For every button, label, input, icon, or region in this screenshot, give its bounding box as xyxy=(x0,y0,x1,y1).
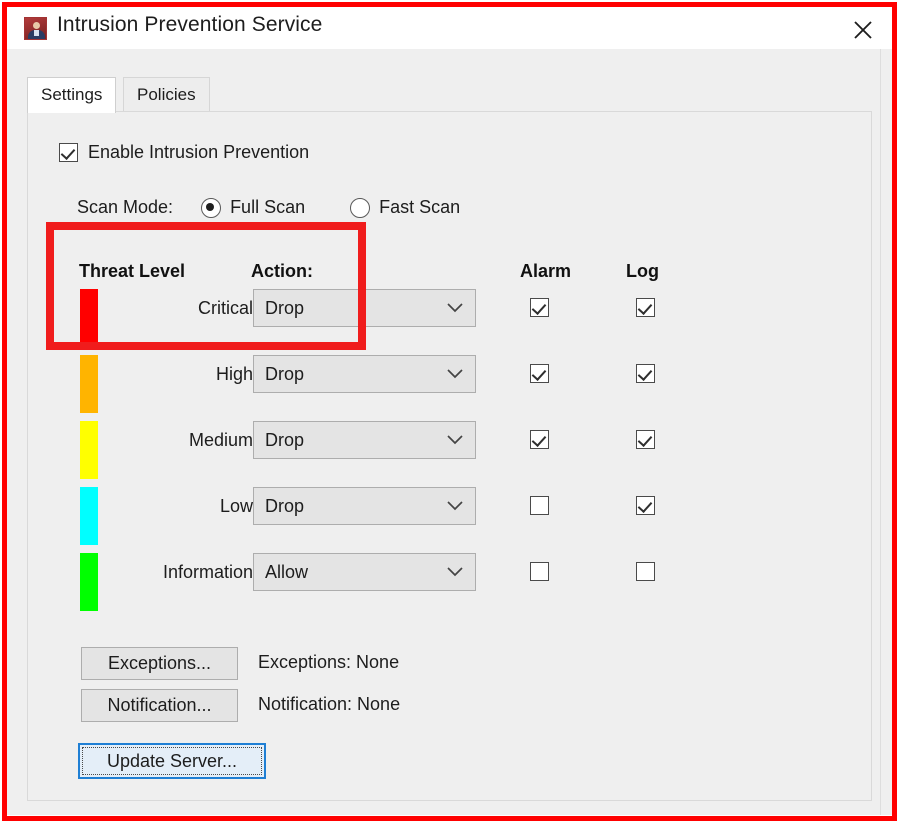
threat-level-label: Medium xyxy=(188,430,253,450)
close-button[interactable] xyxy=(840,7,886,49)
action-dropdown-value: Drop xyxy=(265,298,305,318)
threat-color-swatch xyxy=(80,355,98,413)
chevron-down-icon xyxy=(447,435,463,445)
table-row: Critical Drop xyxy=(28,289,871,355)
enable-intrusion-prevention-label: Enable Intrusion Prevention xyxy=(88,142,310,162)
action-dropdown-value: Drop xyxy=(265,496,305,516)
update-server-button-label: Update Server... xyxy=(82,747,262,775)
threat-color-swatch xyxy=(80,421,98,479)
settings-tab-panel: Enable Intrusion Prevention Scan Mode: F… xyxy=(27,111,872,801)
alarm-checkbox[interactable] xyxy=(530,562,549,581)
alarm-checkbox[interactable] xyxy=(530,298,549,317)
tab-policies-label: Policies xyxy=(137,85,196,104)
notification-button-label: Notification... xyxy=(107,695,212,715)
table-row: High Drop xyxy=(28,355,871,421)
alarm-checkbox[interactable] xyxy=(530,364,549,383)
chevron-down-icon xyxy=(447,303,463,313)
close-icon xyxy=(854,21,872,39)
log-checkbox[interactable] xyxy=(636,562,655,581)
notification-button[interactable]: Notification... xyxy=(81,689,238,722)
column-header-log: Log xyxy=(626,261,659,281)
chevron-down-icon xyxy=(447,567,463,577)
column-header-action: Action: xyxy=(251,261,313,281)
action-dropdown[interactable]: Drop xyxy=(253,421,476,459)
action-dropdown[interactable]: Drop xyxy=(253,355,476,393)
ips-shield-person-icon xyxy=(24,17,47,40)
radio-fast-scan-label: Fast Scan xyxy=(379,197,461,217)
log-checkbox[interactable] xyxy=(636,496,655,515)
radio-full-scan[interactable] xyxy=(201,197,222,218)
exceptions-button[interactable]: Exceptions... xyxy=(81,647,238,680)
scan-mode-row: Scan Mode: Full Scan Fast Scan xyxy=(77,197,505,218)
scan-mode-option-full-scan[interactable]: Full Scan xyxy=(201,197,305,218)
threat-level-label: Critical xyxy=(197,298,253,318)
chevron-down-icon xyxy=(447,369,463,379)
action-dropdown[interactable]: Drop xyxy=(253,487,476,525)
radio-fast-scan[interactable] xyxy=(350,197,371,218)
title-bar: Intrusion Prevention Service xyxy=(7,7,892,49)
alarm-checkbox[interactable] xyxy=(530,430,549,449)
table-row: Medium Drop xyxy=(28,421,871,487)
update-server-button[interactable]: Update Server... xyxy=(78,743,266,779)
enable-intrusion-prevention-row[interactable]: Enable Intrusion Prevention xyxy=(59,142,309,163)
log-checkbox[interactable] xyxy=(636,430,655,449)
window-title: Intrusion Prevention Service xyxy=(57,13,323,36)
exceptions-button-label: Exceptions... xyxy=(107,653,212,673)
log-checkbox[interactable] xyxy=(636,364,655,383)
table-row: Information Allow xyxy=(28,553,871,619)
exceptions-status-text: Exceptions: None xyxy=(258,652,400,672)
intrusion-prevention-service-window: Intrusion Prevention Service Settings Po… xyxy=(0,0,899,823)
scan-mode-label: Scan Mode: xyxy=(77,197,174,217)
radio-full-scan-label: Full Scan xyxy=(230,197,306,217)
threat-level-label: High xyxy=(215,364,253,384)
column-header-alarm: Alarm xyxy=(520,261,572,281)
panel-divider xyxy=(880,49,881,815)
alarm-checkbox[interactable] xyxy=(530,496,549,515)
scan-mode-option-fast-scan[interactable]: Fast Scan xyxy=(350,197,460,218)
enable-intrusion-prevention-checkbox[interactable] xyxy=(59,143,78,162)
action-dropdown[interactable]: Allow xyxy=(253,553,476,591)
action-dropdown-value: Drop xyxy=(265,364,305,384)
threat-color-swatch xyxy=(80,487,98,545)
notification-status-text: Notification: None xyxy=(258,694,401,714)
log-checkbox[interactable] xyxy=(636,298,655,317)
tab-settings[interactable]: Settings xyxy=(27,77,117,113)
threat-color-swatch xyxy=(80,289,98,347)
window-body: Settings Policies Enable Intrusion Preve… xyxy=(7,49,892,815)
threat-level-label: Low xyxy=(219,496,253,516)
table-row: Low Drop xyxy=(28,487,871,553)
tab-settings-label: Settings xyxy=(41,85,103,104)
threat-color-swatch xyxy=(80,553,98,611)
action-dropdown-value: Allow xyxy=(265,562,309,582)
action-dropdown[interactable]: Drop xyxy=(253,289,476,327)
tab-policies[interactable]: Policies xyxy=(123,77,210,111)
action-dropdown-value: Drop xyxy=(265,430,305,450)
column-header-threat-level: Threat Level xyxy=(79,261,186,281)
chevron-down-icon xyxy=(447,501,463,511)
threat-level-label: Information xyxy=(162,562,253,582)
